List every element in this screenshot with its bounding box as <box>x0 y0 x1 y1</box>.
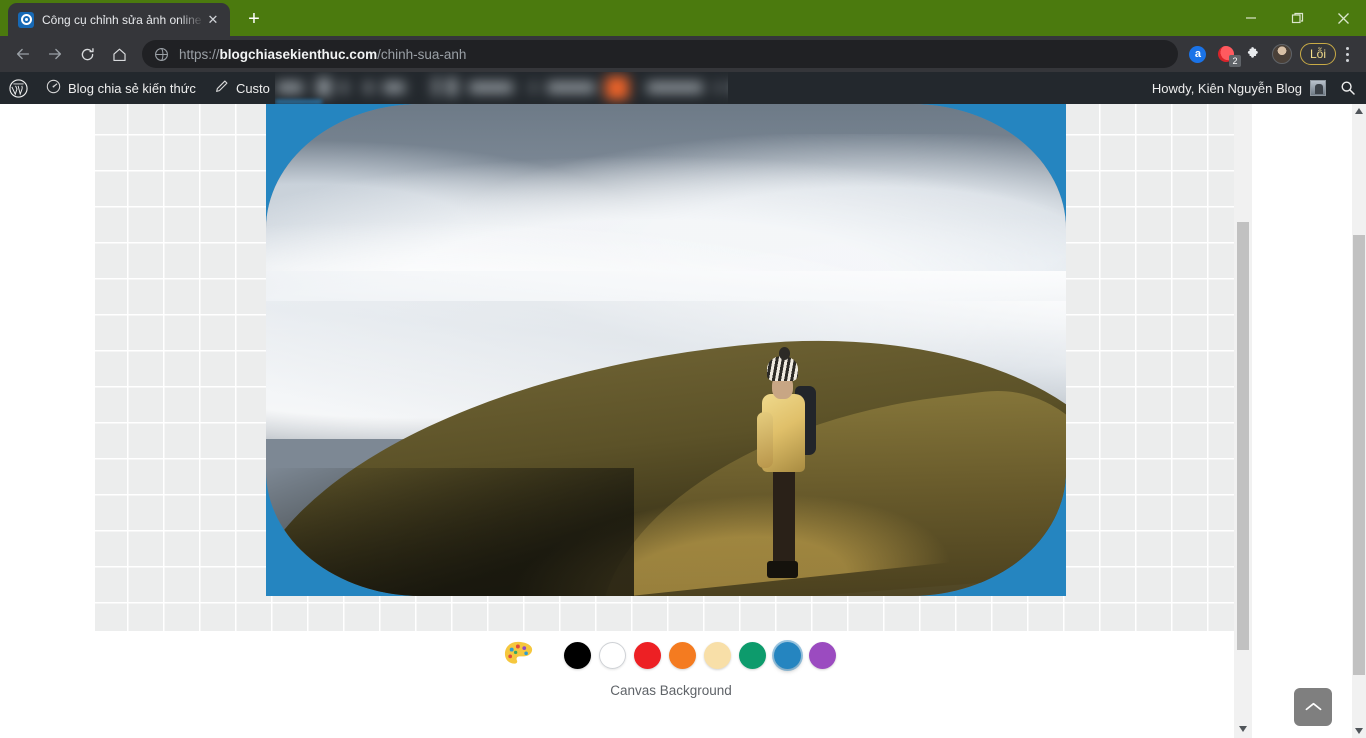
home-icon[interactable] <box>104 39 134 69</box>
minimize-icon[interactable] <box>1228 0 1274 36</box>
color-palette-icon[interactable] <box>502 638 536 672</box>
browser-window: Công cụ chỉnh sửa ảnh online - E ✕ + htt… <box>0 0 1366 738</box>
page-scrollbar[interactable] <box>1352 104 1366 738</box>
page-left-gutter <box>0 104 76 738</box>
tab-title: Công cụ chỉnh sửa ảnh online - E <box>42 12 204 27</box>
close-icon[interactable] <box>1320 0 1366 36</box>
page-content: Canvas Background Cancel Apply <box>0 104 1366 738</box>
url-path: /chinh-sua-anh <box>377 46 467 62</box>
swatch-white[interactable] <box>599 641 626 669</box>
profile-avatar[interactable] <box>1268 40 1296 68</box>
user-avatar <box>1310 80 1326 96</box>
photo-shadow-layer <box>266 468 634 596</box>
admin-bar-customize-label: Custo <box>235 80 270 96</box>
editor-scrollbar-thumb[interactable] <box>1237 222 1249 650</box>
canvas-background-swatches <box>95 631 1247 679</box>
search-icon[interactable] <box>1340 80 1356 96</box>
admin-bar-account[interactable]: Howdy, Kiên Nguyễn Blog <box>1152 72 1366 104</box>
admin-bar-customize-item[interactable]: Custo <box>205 72 279 104</box>
editor-canvas-area[interactable] <box>95 104 1247 631</box>
close-icon[interactable]: ✕ <box>204 11 222 29</box>
url-host: blogchiasekienthuc.com <box>219 46 378 62</box>
admin-bar-greeting: Howdy, Kiên Nguyễn Blog <box>1151 80 1302 96</box>
photo-hiker-subject <box>750 346 822 579</box>
swatch-teal[interactable] <box>739 641 766 669</box>
page-scroll-up-arrow-icon[interactable] <box>1352 104 1366 118</box>
admin-bar-site-name: Blog chia sẻ kiến thức <box>68 80 196 96</box>
reload-icon[interactable] <box>72 39 102 69</box>
scroll-to-top-icon[interactable] <box>1294 688 1332 726</box>
blurred-admin-menu <box>275 72 728 104</box>
swatch-blue[interactable] <box>774 641 801 669</box>
globe-icon <box>154 47 169 62</box>
editor-bottom-bar: Canvas Background Cancel Apply <box>95 631 1247 738</box>
swatch-cream[interactable] <box>704 641 731 669</box>
browser-tab-active[interactable]: Công cụ chỉnh sửa ảnh online - E ✕ <box>8 3 230 36</box>
admin-bar-site-item[interactable]: Blog chia sẻ kiến thức <box>37 72 205 104</box>
maximize-icon[interactable] <box>1274 0 1320 36</box>
scroll-down-arrow-icon[interactable] <box>1234 720 1252 738</box>
error-badge[interactable]: Lỗi <box>1299 43 1336 65</box>
extension-pin-icon[interactable]: 2 <box>1212 40 1241 68</box>
extensions-puzzle-icon[interactable] <box>1240 40 1268 68</box>
canvas-background-layer <box>266 104 1066 596</box>
window-controls <box>1228 0 1366 36</box>
new-tab-button[interactable]: + <box>240 5 268 33</box>
swatch-red[interactable] <box>634 641 661 669</box>
photo-editor-panel: Canvas Background Cancel Apply <box>76 104 1252 738</box>
canvas-background-caption: Canvas Background <box>610 683 732 698</box>
address-bar[interactable]: https://blogchiasekienthuc.com/chinh-sua… <box>142 40 1178 68</box>
chrome-menu-kebab[interactable] <box>1336 41 1358 67</box>
tab-strip: Công cụ chỉnh sửa ảnh online - E ✕ + <box>0 0 1366 36</box>
editor-scrollbar[interactable] <box>1234 104 1252 738</box>
pencil-icon <box>214 79 229 97</box>
url-text: https://blogchiasekienthuc.com/chinh-sua… <box>179 47 466 62</box>
swatch-black[interactable] <box>564 641 591 669</box>
forward-arrow-icon[interactable] <box>40 39 70 69</box>
swatch-purple[interactable] <box>809 641 836 669</box>
wordpress-logo-icon[interactable] <box>0 72 37 104</box>
page-scrollbar-thumb[interactable] <box>1353 235 1365 675</box>
url-scheme: https:// <box>179 46 220 62</box>
swatch-orange[interactable] <box>669 641 696 669</box>
back-arrow-icon[interactable] <box>8 39 38 69</box>
wp-admin-bar: Blog chia sẻ kiến thức Custo Howdy, Kiên… <box>0 72 1366 104</box>
browser-toolbar: https://blogchiasekienthuc.com/chinh-sua… <box>0 36 1366 72</box>
photo-editor-favicon <box>18 11 34 28</box>
adblock-icon[interactable]: a <box>1184 40 1212 68</box>
dashboard-speedometer-icon <box>46 79 61 97</box>
adblock-letter: a <box>1189 45 1207 63</box>
page-scroll-down-arrow-icon[interactable] <box>1352 724 1366 738</box>
edited-photo[interactable] <box>266 104 1066 596</box>
